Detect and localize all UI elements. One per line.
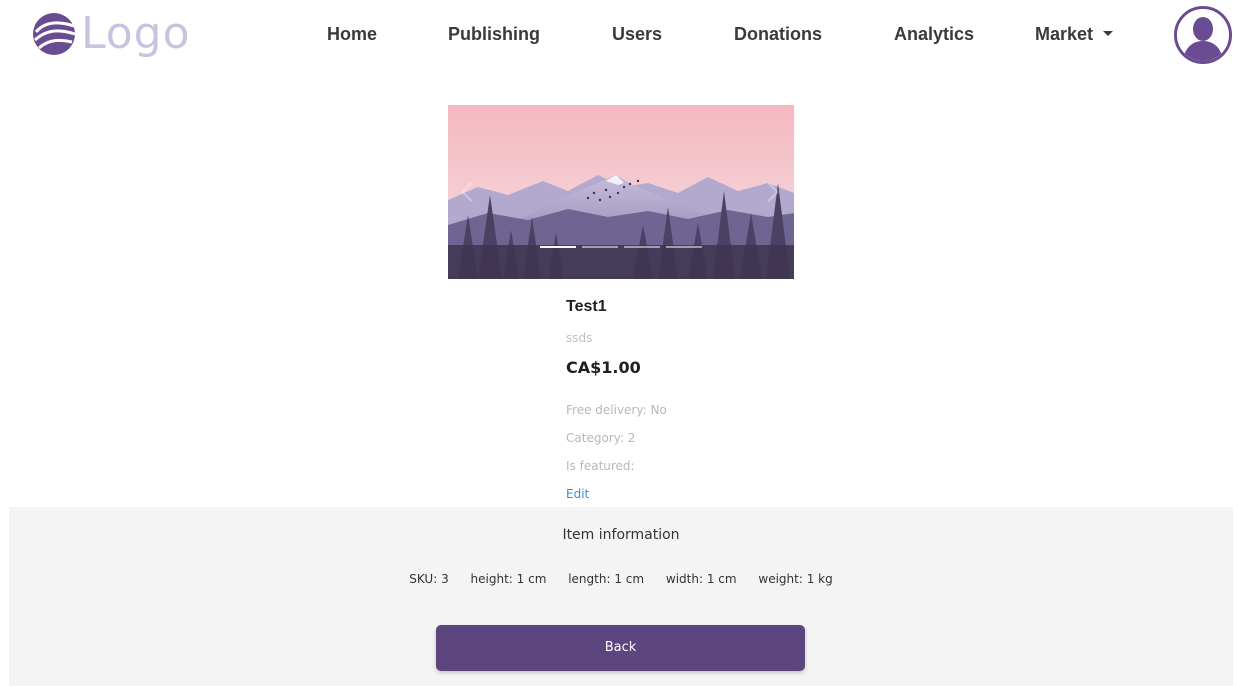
carousel-indicator-4[interactable] xyxy=(666,246,702,248)
product-image-carousel[interactable] xyxy=(448,105,794,279)
item-free-delivery: Free delivery: No xyxy=(566,403,667,417)
spec-length: length: 1 cm xyxy=(568,572,645,586)
carousel-next-button[interactable] xyxy=(759,167,786,217)
back-button[interactable]: Back xyxy=(436,625,805,671)
edit-link[interactable]: Edit xyxy=(566,487,589,501)
item-is-featured: Is featured: xyxy=(566,459,635,473)
chevron-right-icon xyxy=(759,182,779,202)
item-description: ssds xyxy=(566,331,593,345)
logo-text: Logo xyxy=(81,8,191,59)
item-category: Category: 2 xyxy=(566,431,636,445)
item-specs: SKU: 3 height: 1 cm length: 1 cm width: … xyxy=(9,572,1233,586)
user-avatar[interactable] xyxy=(1174,6,1232,64)
item-information-panel: Item information SKU: 3 height: 1 cm len… xyxy=(9,507,1233,686)
logo-mark-icon xyxy=(33,13,76,55)
chevron-left-icon xyxy=(461,182,481,202)
carousel-indicator-2[interactable] xyxy=(582,246,618,248)
nav-analytics[interactable]: Analytics xyxy=(894,24,974,45)
item-title: Test1 xyxy=(566,298,607,315)
spec-width: width: 1 cm xyxy=(665,572,737,586)
nav-users[interactable]: Users xyxy=(612,24,662,45)
item-price: CA$1.00 xyxy=(566,358,641,377)
user-avatar-icon xyxy=(1177,9,1229,61)
carousel-indicator-3[interactable] xyxy=(624,246,660,248)
item-information-heading: Item information xyxy=(562,527,680,543)
top-navbar: Logo Home Publishing Users Donations Ana… xyxy=(0,0,1238,70)
nav-publishing[interactable]: Publishing xyxy=(448,24,540,45)
caret-down-icon xyxy=(1103,31,1114,36)
mountain-landscape-image xyxy=(448,105,794,279)
spec-height: height: 1 cm xyxy=(470,572,547,586)
carousel-indicator-1[interactable] xyxy=(540,246,576,248)
spec-sku: SKU: 3 xyxy=(409,572,449,586)
carousel-prev-button[interactable] xyxy=(456,167,481,217)
nav-donations[interactable]: Donations xyxy=(734,24,822,45)
nav-home[interactable]: Home xyxy=(327,24,377,45)
spec-weight: weight: 1 kg xyxy=(758,572,833,586)
logo[interactable]: Logo xyxy=(30,9,191,59)
nav-market-dropdown[interactable]: Market xyxy=(1035,24,1114,45)
nav-market-label: Market xyxy=(1035,24,1094,44)
